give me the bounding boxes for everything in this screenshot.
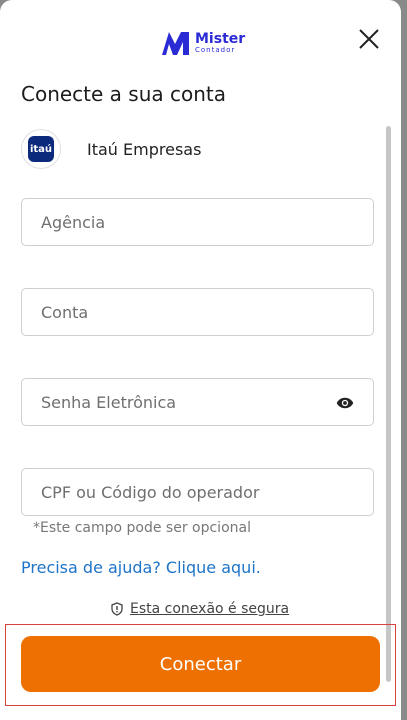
secure-connection-link[interactable]: Esta conexão é segura — [130, 601, 289, 617]
mister-contador-logo: Mister Contador — [161, 30, 245, 56]
bank-name: Itaú Empresas — [87, 139, 202, 159]
dialog-title: Conecte a sua conta — [21, 82, 227, 106]
senha-field[interactable] — [21, 378, 374, 426]
conta-input[interactable] — [22, 289, 341, 335]
scrollbar-thumb[interactable] — [386, 126, 391, 682]
connect-button[interactable]: Conectar — [21, 636, 380, 692]
secure-connection-info: Esta conexão é segura — [110, 601, 289, 617]
close-icon[interactable] — [355, 25, 383, 53]
help-link[interactable]: Precisa de ajuda? Clique aqui. — [21, 558, 261, 577]
agencia-input[interactable] — [22, 199, 341, 245]
bank-logo-circle: itaú — [21, 129, 61, 169]
bank-info: itaú Itaú Empresas — [21, 129, 201, 169]
cpf-optional-hint: *Este campo pode ser opcional — [33, 520, 251, 536]
shield-icon — [111, 602, 123, 616]
connect-account-dialog: Mister Contador Conecte a sua conta itaú… — [0, 0, 401, 720]
senha-input[interactable] — [22, 379, 341, 425]
show-password-eye-icon[interactable] — [336, 394, 354, 412]
agencia-field[interactable] — [21, 198, 374, 246]
conta-field[interactable] — [21, 288, 374, 336]
itau-logo: itaú — [28, 136, 54, 162]
cpf-input[interactable] — [22, 469, 341, 515]
logo-title: Mister — [195, 31, 246, 47]
cpf-field[interactable] — [21, 468, 374, 516]
logo-subtitle: Contador — [195, 46, 236, 54]
logo-mark-icon — [162, 32, 189, 55]
